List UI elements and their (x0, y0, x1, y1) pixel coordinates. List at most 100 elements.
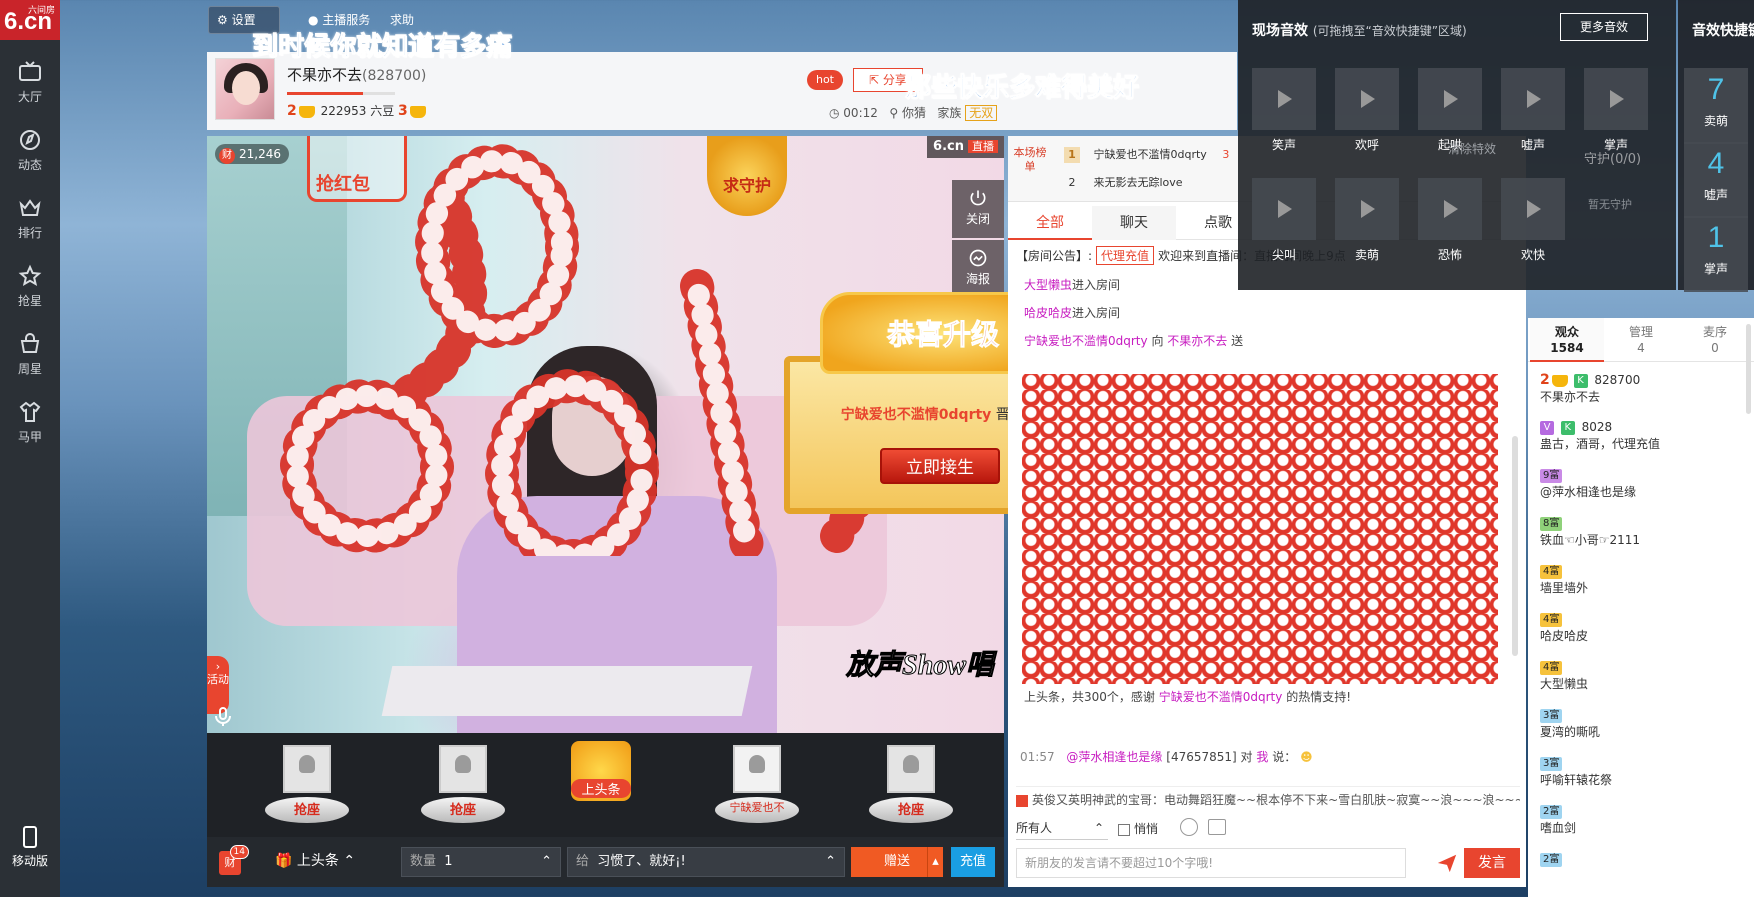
chat-input[interactable]: 新朋友的发言请不要超过10个字哦! (1016, 848, 1406, 878)
fx-item[interactable]: 掌声 (1582, 68, 1650, 160)
chat-user[interactable]: @萍水相逢也是缘 (1066, 750, 1162, 764)
poster-button[interactable]: 海报 (952, 240, 1004, 298)
gift-summary: 上头条，共300个，感谢 (1024, 690, 1155, 704)
fx-item[interactable]: 欢快 (1499, 178, 1567, 270)
seat-slot-occupied[interactable]: 宁缺爱也不 (707, 741, 807, 833)
audience-row[interactable]: 9富 @萍水相逢也是缘 (1540, 468, 1636, 500)
send-gift-button[interactable]: 赠送 ▴ (851, 847, 943, 877)
audience-row[interactable]: 4富 大型懒虫 (1540, 660, 1588, 692)
rank-label[interactable]: 本场榜单 (1012, 146, 1048, 174)
nav-item-grab-star[interactable]: 抢星 (0, 256, 60, 316)
gift-summary-line: 上头条，共300个，感谢 宁缺爱也不滥情0dqrty 的热情支持! (1024, 688, 1351, 705)
mobile-label: 移动版 (11, 854, 48, 868)
speak-button[interactable]: 发言 (1464, 848, 1520, 878)
audience-row[interactable]: 2富 (1540, 852, 1565, 867)
tab-chat[interactable]: 聊天 (1092, 206, 1176, 240)
audience-row[interactable]: 2 K 828700 不果亦不去 (1540, 372, 1640, 405)
quick-fx-item[interactable]: 1 掌声 (1684, 216, 1748, 292)
recharge-button[interactable]: 充值 (951, 847, 995, 877)
user-badge: 9富 (1540, 468, 1563, 483)
emoji-icon[interactable] (1180, 818, 1198, 836)
audience-row[interactable]: 3富 呼喻轩辕花祭 (1540, 756, 1612, 788)
fx-item[interactable]: 卖萌 (1333, 178, 1401, 270)
fx-item[interactable]: 欢呼 (1333, 68, 1401, 160)
room-meta: ◷ 00:12 ⚲ 你猜 家族 无双 (829, 104, 998, 121)
gift-from-user[interactable]: 宁缺爱也不滥情0dqrty (1024, 334, 1148, 348)
tab-admins[interactable]: 管理 4 (1604, 318, 1678, 362)
whisper-checkbox[interactable]: 悄悄 (1118, 820, 1158, 837)
nav-item-week-star[interactable]: 周星 (0, 324, 60, 384)
audience-row[interactable]: V K 8028 蛊古，酒哥，代理充值 (1540, 420, 1660, 452)
quick-fx-label: 嘘声 (1703, 188, 1728, 202)
nav-item-vest[interactable]: 马甲 (0, 392, 60, 452)
logo-subtext: 六间房 (28, 6, 56, 16)
chat-target-select[interactable]: 所有人 ⌃ (1016, 816, 1108, 840)
fans-level: 3 (398, 103, 408, 119)
family-label: 家族 (937, 106, 962, 120)
recipient-label: 给 (576, 854, 590, 869)
rank-row[interactable]: 2 来无影去无踪love (1064, 174, 1183, 191)
clear-effects-button[interactable]: 清除特效 (1448, 140, 1496, 157)
fx-item[interactable]: 嘘声 (1499, 68, 1567, 160)
fx-label: 卖萌 (1354, 248, 1379, 262)
fx-item[interactable]: 笑声 (1250, 68, 1318, 160)
broadcast-bar[interactable]: 英俊又英明神武的宝哥：电动舞蹈狂魔~~根本停不下来~雪白肌肤~寂寞~~浪~~~浪… (1016, 786, 1520, 810)
audience-scrollbar[interactable] (1746, 324, 1751, 414)
more-effects-button[interactable]: 更多音效 (1560, 13, 1648, 41)
tab-mic-queue[interactable]: 麦序 0 (1678, 318, 1752, 362)
user-badge: 3富 (1540, 756, 1563, 771)
seat-slot[interactable]: 抢座 (861, 741, 961, 833)
paper-plane-icon[interactable] (1436, 852, 1458, 874)
seat-label: 抢座 (293, 803, 320, 818)
seat-label: 抢座 (449, 803, 476, 818)
seat-slot[interactable]: 抢座 (257, 741, 357, 833)
nav-item-ranking[interactable]: 排行 (0, 188, 60, 248)
crown-icon (298, 105, 315, 118)
mobile-version-link[interactable]: 移动版 (0, 826, 60, 876)
quick-fx-item[interactable]: 4 嘘声 (1684, 142, 1748, 218)
close-video-button[interactable]: 关闭 (952, 180, 1004, 238)
gift-to-user[interactable]: 不果亦不去 (1167, 334, 1227, 348)
chat-target-value: 所有人 (1016, 821, 1053, 835)
tab-all[interactable]: 全部 (1008, 206, 1092, 240)
grab-red-packet-button[interactable]: 抢红包 (307, 136, 407, 202)
nav-item-feed[interactable]: 动态 (0, 120, 60, 180)
chat-scrollbar[interactable] (1512, 436, 1518, 656)
tab-audience[interactable]: 观众 1584 (1530, 318, 1604, 362)
recipient-field[interactable]: 给 习惯了、就好¡! ⌃ (567, 847, 845, 877)
host-avatar[interactable] (215, 58, 275, 120)
wealth-button[interactable]: 财 14 (219, 845, 249, 875)
gift-thanks-user[interactable]: 宁缺爱也不滥情0dqrty (1159, 690, 1283, 704)
quick-fx-item[interactable]: 7 卖萌 (1684, 68, 1748, 144)
seat-slot[interactable]: 抢座 (413, 741, 513, 833)
fx-item[interactable]: 恐怖 (1416, 178, 1484, 270)
headline-button[interactable]: 上头条 (571, 741, 631, 801)
fx-label: 嘘声 (1520, 138, 1545, 152)
audience-row[interactable]: 8富 铁血☜小哥☞2111 (1540, 516, 1640, 548)
fx-item[interactable]: 尖叫 (1250, 178, 1318, 270)
site-logo[interactable]: 6.cn 六间房 (0, 0, 60, 40)
family-value[interactable]: 无双 (965, 105, 998, 121)
nav-item-hall[interactable]: 大厅 (0, 52, 60, 112)
location-icon: ⚲ (889, 106, 902, 120)
recipient-value: 习惯了、就好¡! (597, 854, 686, 869)
audience-panel: 观众 1584 管理 4 麦序 0 2 K 828700 不果亦不去 V K 8… (1528, 318, 1754, 897)
audience-row[interactable]: 2富 嗜血剑 (1540, 804, 1576, 836)
agent-recharge-tag[interactable]: 代理充值 (1096, 246, 1155, 265)
gift-selector[interactable]: 🎁 上头条 ⌃ (275, 850, 355, 870)
quantity-field[interactable]: 数量 1 ⌃ (401, 847, 561, 877)
seek-guard-button[interactable]: 求守护 (707, 136, 787, 216)
audience-row[interactable]: 4富 哈皮哈皮 (1540, 612, 1588, 644)
chat-user[interactable]: 大型懒虫 (1024, 278, 1072, 292)
audience-row[interactable]: 3富 夏湾的嘶吼 (1540, 708, 1600, 740)
chat-user[interactable]: 哈皮哈皮 (1024, 306, 1072, 320)
seat-avatar (887, 745, 935, 793)
user-extra: 828700 (1594, 373, 1641, 387)
level-up-button[interactable]: 立即接生 (880, 448, 1000, 484)
send-dropdown-icon[interactable]: ▴ (927, 847, 943, 877)
microphone-icon[interactable] (211, 705, 235, 729)
image-icon[interactable] (1208, 819, 1226, 835)
rank-row[interactable]: 1 宁缺爱也不滥情0dqrty 3 (1064, 146, 1229, 163)
audience-row[interactable]: 4富 墙里墙外 (1540, 564, 1588, 596)
rank-number: 1 (1064, 147, 1080, 163)
